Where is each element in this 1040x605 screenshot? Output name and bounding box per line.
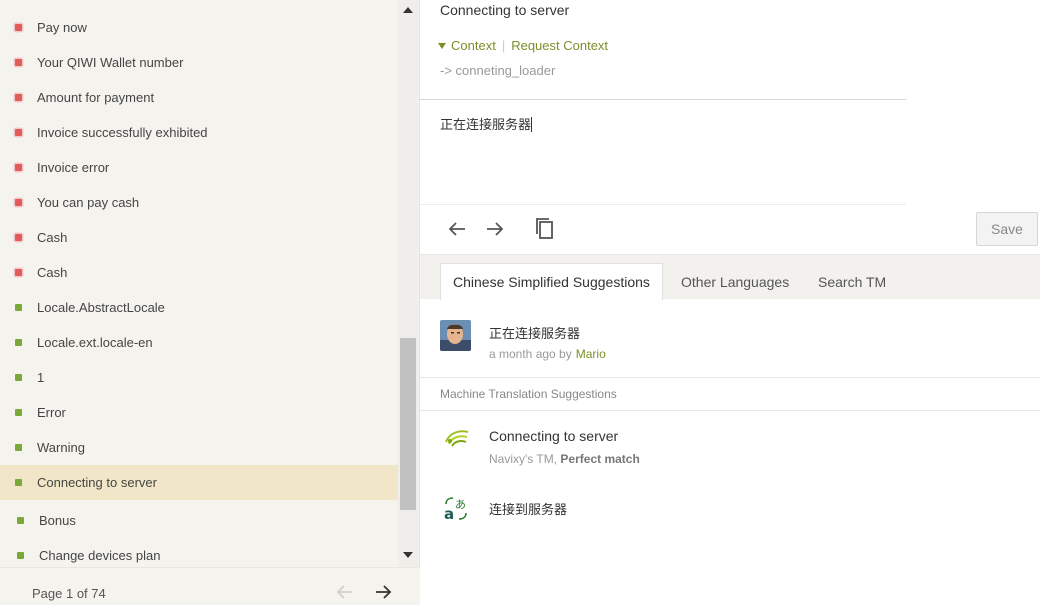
request-context-link[interactable]: Request Context — [511, 38, 608, 53]
translation-text: 正在连接服务器 — [440, 117, 532, 132]
list-item-label: Pay now — [37, 20, 87, 35]
status-dot-icon — [15, 269, 22, 276]
avatar — [440, 320, 471, 351]
list-item-label: You can pay cash — [37, 195, 140, 210]
divider — [420, 204, 906, 205]
list-item-label: Your QIWI Wallet number — [37, 55, 184, 70]
list-item[interactable]: Bonus — [0, 503, 398, 538]
text-cursor — [531, 117, 533, 132]
list-item[interactable]: Invoice successfully exhibited — [0, 115, 398, 150]
list-item[interactable]: Your QIWI Wallet number — [0, 45, 398, 80]
divider — [420, 410, 1040, 411]
status-dot-icon — [15, 24, 22, 31]
context-toggle[interactable]: Context — [451, 38, 496, 53]
arrow-right-icon[interactable] — [482, 216, 508, 242]
suggestion-time: a month ago by — [489, 347, 572, 361]
list-item[interactable]: Locale.AbstractLocale — [0, 290, 398, 325]
tab-other-languages[interactable]: Other Languages — [669, 263, 801, 300]
list-item-label: Connecting to server — [37, 475, 157, 490]
list-item-label: Invoice error — [37, 160, 110, 175]
list-scrollbar[interactable] — [398, 0, 418, 567]
arrow-left-icon[interactable] — [336, 583, 354, 605]
list-item[interactable]: Change devices plan — [0, 538, 398, 567]
navixy-tm-icon — [444, 428, 470, 448]
machine-translation-header: Machine Translation Suggestions — [440, 387, 617, 401]
list-item[interactable]: 1 — [0, 360, 398, 395]
mt-suggestion-meta: Navixy's TM, Perfect match — [489, 452, 640, 466]
pager: Page 1 of 74 — [0, 567, 420, 605]
list-item[interactable]: Invoice error — [0, 150, 398, 185]
list-item-label: Locale.AbstractLocale — [37, 300, 165, 315]
separator: | — [501, 38, 506, 53]
divider — [420, 377, 1040, 378]
scroll-up-icon[interactable] — [403, 7, 413, 13]
status-dot-icon — [15, 374, 22, 381]
status-dot-icon — [15, 129, 22, 136]
svg-text:あ: あ — [455, 498, 466, 511]
suggestion-text[interactable]: 正在连接服务器 — [489, 323, 580, 342]
status-dot-icon — [15, 339, 22, 346]
save-button[interactable]: Save — [976, 212, 1038, 246]
status-dot-icon — [17, 552, 24, 559]
list-item[interactable]: Warning — [0, 430, 398, 465]
arrow-left-icon[interactable] — [444, 216, 470, 242]
list-item-label: Warning — [37, 440, 85, 455]
list-item-label: Error — [37, 405, 66, 420]
mt-match: Perfect match — [560, 452, 640, 466]
strings-panel: Pay now Your QIWI Wallet number Amount f… — [0, 0, 420, 605]
editor-panel: Connecting to server Context | Request C… — [420, 0, 1040, 605]
caret-down-icon[interactable] — [438, 42, 446, 49]
divider — [420, 99, 906, 100]
scroll-thumb[interactable] — [400, 338, 416, 510]
mt-suggestion-text[interactable]: Connecting to server — [489, 428, 618, 444]
list-item[interactable]: Amount for payment — [0, 80, 398, 115]
status-dot-icon — [15, 444, 22, 451]
tab-chinese-simplified-suggestions[interactable]: Chinese Simplified Suggestions — [440, 263, 663, 300]
list-item-label: Locale.ext.locale-en — [37, 335, 153, 350]
arrow-right-icon[interactable] — [374, 583, 392, 605]
list-item-label: Cash — [37, 230, 68, 245]
list-item[interactable]: You can pay cash — [0, 185, 398, 220]
mt-source: Navixy's TM, — [489, 452, 558, 466]
status-dot-icon — [15, 409, 22, 416]
status-dot-icon — [15, 479, 22, 486]
status-dot-icon — [15, 94, 22, 101]
list-item[interactable]: Error — [0, 395, 398, 430]
list-item-label: Cash — [37, 265, 68, 280]
page-indicator: Page 1 of 74 — [32, 586, 106, 601]
mt-suggestion-text[interactable]: 连接到服务器 — [489, 499, 567, 518]
status-dot-icon — [15, 59, 22, 66]
tab-search-tm[interactable]: Search TM — [806, 263, 898, 300]
google-translate-icon: a あ — [444, 496, 468, 523]
list-item[interactable]: Locale.ext.locale-en — [0, 325, 398, 360]
list-item-active[interactable]: Connecting to server — [0, 465, 398, 500]
list-item-label: Amount for payment — [37, 90, 155, 105]
list-item-label: Invoice successfully exhibited — [37, 125, 208, 140]
list-item-label: Change devices plan — [39, 548, 161, 563]
status-dot-icon — [17, 517, 24, 524]
context-value: -> conneting_loader — [440, 63, 556, 78]
suggestion-user-link[interactable]: Mario — [576, 347, 606, 361]
status-dot-icon — [15, 304, 22, 311]
list-item[interactable]: Pay now — [0, 10, 398, 45]
scroll-down-icon[interactable] — [403, 552, 413, 558]
status-dot-icon — [15, 234, 22, 241]
suggestion-meta: a month ago by Mario — [489, 347, 606, 361]
svg-text:a: a — [444, 505, 454, 522]
suggestion-tabs: Chinese Simplified Suggestions Other Lan… — [420, 254, 1040, 300]
context-row: Context | Request Context — [438, 38, 608, 53]
list-item[interactable]: Cash — [0, 220, 398, 255]
strings-list: Pay now Your QIWI Wallet number Amount f… — [0, 0, 398, 567]
status-dot-icon — [15, 164, 22, 171]
source-string: Connecting to server — [440, 2, 570, 18]
list-item-label: Bonus — [39, 513, 76, 528]
list-item[interactable]: Cash — [0, 255, 398, 290]
translation-input[interactable]: 正在连接服务器 — [440, 114, 900, 202]
copy-icon[interactable] — [532, 216, 558, 242]
list-item-label: 1 — [37, 370, 45, 385]
status-dot-icon — [15, 199, 22, 206]
